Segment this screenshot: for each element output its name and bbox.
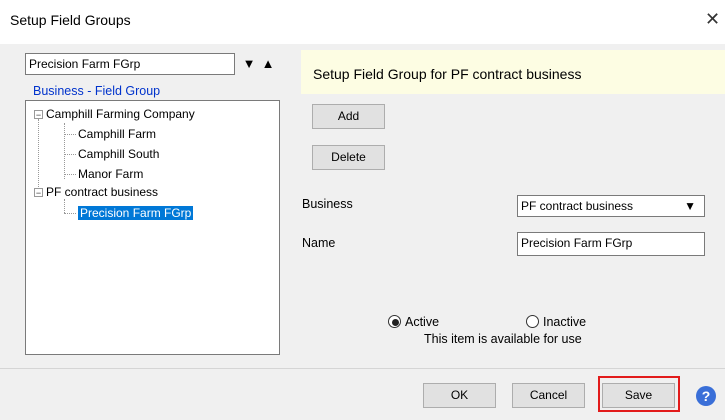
collapse-icon[interactable]: − <box>34 188 43 198</box>
tree-node-label: Camphill Farming Company <box>46 107 195 121</box>
collapse-icon[interactable]: − <box>34 110 43 120</box>
add-button[interactable]: Add <box>312 104 385 129</box>
tree-node-business[interactable]: Camphill Farming Company <box>46 106 195 122</box>
move-up-icon[interactable]: ▲ <box>260 54 276 73</box>
tree-node-field-group[interactable]: Camphill Farm <box>78 126 156 142</box>
tree-node-label: PF contract business <box>46 185 159 199</box>
radio-dot <box>392 319 399 326</box>
tree-node-business[interactable]: PF contract business <box>46 184 158 200</box>
cancel-button[interactable]: Cancel <box>512 383 585 408</box>
active-radio[interactable] <box>388 315 401 328</box>
active-label: Active <box>405 315 440 329</box>
ok-button[interactable]: OK <box>423 383 496 408</box>
business-tree: − Camphill Farming Company Camphill Farm… <box>25 100 280 355</box>
save-button[interactable]: Save <box>602 383 675 408</box>
tree-caption: Business - Field Group <box>33 84 161 98</box>
tree-node-field-group[interactable]: Manor Farm <box>78 166 143 182</box>
chevron-down-icon: ▼ <box>684 199 696 213</box>
tree-node-field-group[interactable]: Camphill South <box>78 146 159 162</box>
help-icon[interactable]: ? <box>696 386 716 406</box>
inactive-label: Inactive <box>543 315 587 329</box>
business-select[interactable]: PF contract business ▼ <box>517 195 705 217</box>
field-group-selector[interactable]: Precision Farm FGrp <box>25 53 235 75</box>
close-icon[interactable]: ✕ <box>705 9 720 29</box>
business-label: Business <box>302 197 353 211</box>
name-label: Name <box>302 236 336 250</box>
panel-title: Setup Field Group for PF contract busine… <box>313 66 582 82</box>
move-down-icon[interactable]: ▼ <box>241 54 257 73</box>
delete-button[interactable]: Delete <box>312 145 385 170</box>
status-text: This item is available for use <box>424 332 582 346</box>
inactive-radio[interactable] <box>526 315 539 328</box>
tree-node-field-group-selected[interactable]: Precision Farm FGrp <box>78 205 194 221</box>
window-title: Setup Field Groups <box>10 12 131 28</box>
name-field[interactable]: Precision Farm FGrp <box>517 232 705 256</box>
divider <box>0 368 725 369</box>
